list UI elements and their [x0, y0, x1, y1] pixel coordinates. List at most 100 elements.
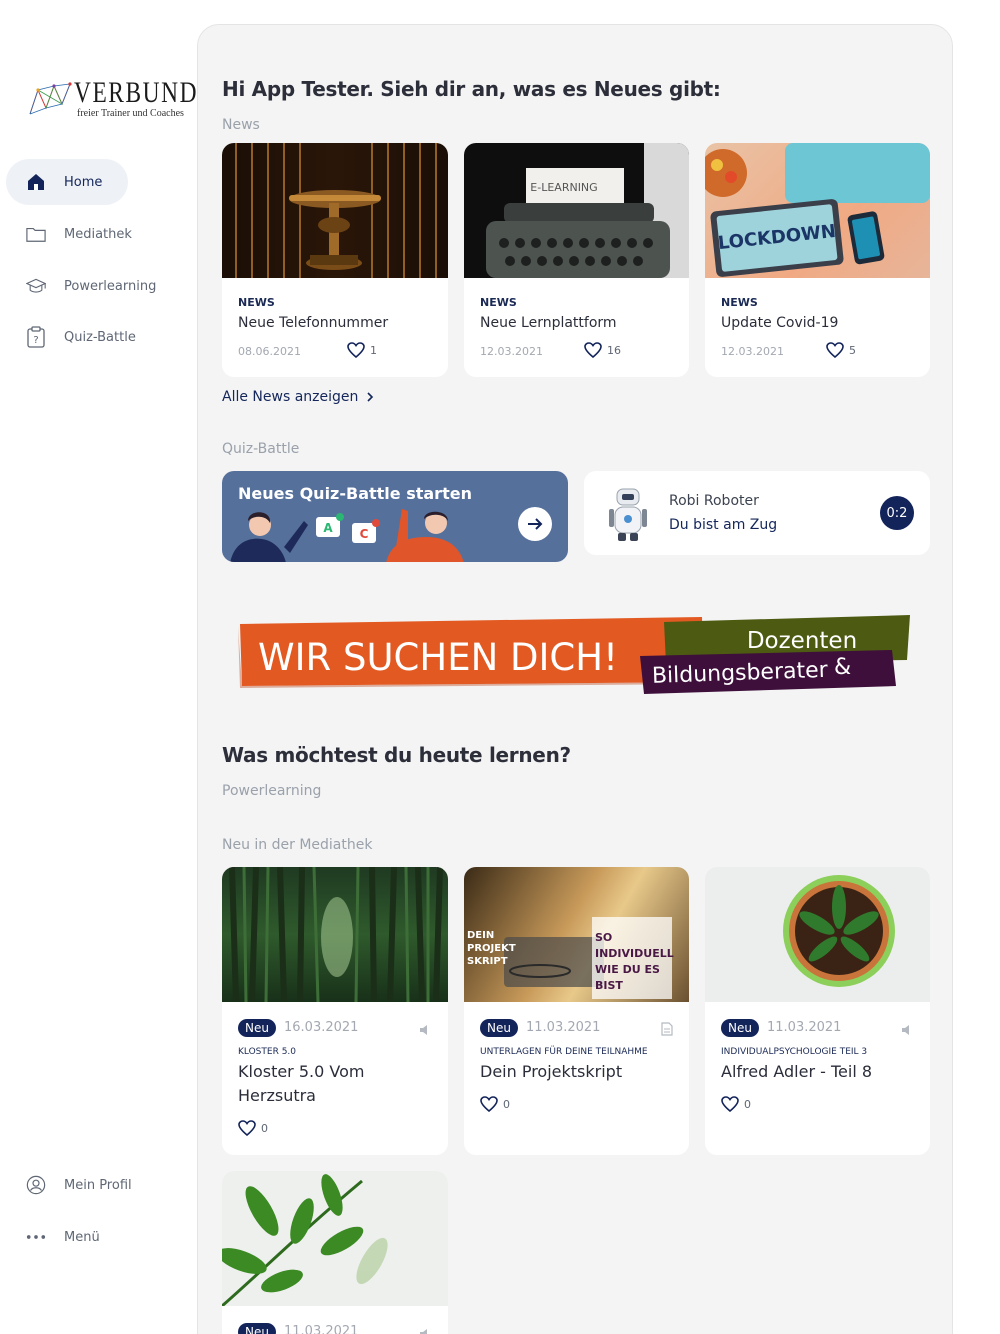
logo-mark-icon: [29, 82, 72, 115]
audio-icon: [418, 1325, 432, 1334]
new-badge: Neu: [238, 1019, 276, 1037]
quiz-icon: ?: [26, 326, 46, 348]
like-button[interactable]: 0: [721, 1096, 751, 1112]
media-image-leaves: [222, 1171, 448, 1306]
news-title: Update Covid-19: [721, 315, 839, 331]
sidebar-item-label: Mein Profil: [64, 1177, 132, 1193]
page-greeting: Hi App Tester. Sieh dir an, was es Neues…: [222, 77, 721, 101]
quiz-section-label: Quiz-Battle: [222, 441, 300, 457]
all-news-link[interactable]: Alle News anzeigen: [222, 389, 374, 405]
news-title: Neue Telefonnummer: [238, 315, 389, 331]
news-card[interactable]: NEWS Neue Telefonnummer 08.06.2021 1: [222, 143, 448, 377]
folder-icon: [26, 224, 46, 244]
svg-text:C: C: [360, 527, 369, 541]
like-count: 0: [261, 1121, 268, 1135]
robot-avatar: [609, 488, 647, 541]
start-quiz-battle-button[interactable]: Neues Quiz-Battle starten A C: [222, 471, 568, 562]
media-date: 11.03.2021: [284, 1324, 359, 1334]
sidebar-item-label: Powerlearning: [64, 278, 157, 294]
start-quiz-label: Neues Quiz-Battle starten: [238, 484, 472, 503]
news-card[interactable]: LOCKDOWN NEWS Update Covid-19 12.03.2021…: [705, 143, 930, 377]
news-section-label: News: [222, 117, 260, 133]
news-date: 08.06.2021: [238, 345, 301, 358]
news-image-lockdown: LOCKDOWN: [705, 143, 930, 278]
heart-icon: [347, 342, 365, 358]
media-image-bamboo: [222, 867, 448, 1002]
media-category: UNTERLAGEN FÜR DEINE TEILNAHME: [480, 1047, 648, 1057]
media-title: Dein Projektskript: [480, 1062, 623, 1081]
like-button[interactable]: 16: [584, 342, 621, 358]
media-title: Kloster 5.0 Vom Herzsutra: [238, 1062, 365, 1105]
sidebar-item-mein-profil[interactable]: Mein Profil: [6, 1162, 132, 1208]
user-circle-icon: [26, 1175, 46, 1195]
banner-headline: WIR SUCHEN DICH!: [258, 636, 618, 679]
home-icon: [26, 172, 46, 192]
logo-subtitle: freier Trainer und Coaches: [77, 108, 184, 119]
quiz-score-badge: 0:2: [880, 496, 914, 530]
quiz-illustration: A C: [230, 509, 464, 562]
sidebar-item-mediathek[interactable]: Mediathek: [6, 211, 132, 257]
start-quiz-arrow-button[interactable]: [518, 507, 552, 541]
audio-icon: [418, 1021, 432, 1040]
all-news-label: Alle News anzeigen: [222, 389, 359, 405]
arrow-right-icon: [528, 518, 543, 530]
media-card[interactable]: Neu 11.03.2021: [222, 1171, 448, 1334]
media-card[interactable]: Neu 16.03.2021 KLOSTER 5.0 Kloster 5.0 V…: [222, 867, 448, 1155]
heart-icon: [826, 342, 844, 358]
svg-text:A: A: [323, 521, 333, 535]
banner-line1: Dozenten: [747, 628, 857, 654]
news-title: Neue Lernplattform: [480, 315, 617, 331]
media-date: 11.03.2021: [526, 1020, 601, 1035]
heart-icon: [238, 1120, 256, 1136]
audio-icon: [900, 1021, 914, 1040]
media-category: KLOSTER 5.0: [238, 1047, 297, 1057]
news-card[interactable]: E-LEARNING NEWS Neue Lernplattform 12.03…: [464, 143, 689, 377]
like-button[interactable]: 1: [347, 342, 377, 358]
news-image-telephone: [222, 143, 448, 278]
verbund-logo[interactable]: VERBUND freier Trainer und Coaches: [28, 78, 196, 124]
news-date: 12.03.2021: [480, 345, 543, 358]
more-dots-icon: [26, 1227, 46, 1247]
media-category: INDIVIDUALPSYCHOLOGIE TEIL 3: [721, 1047, 868, 1057]
sidebar-item-home[interactable]: Home: [6, 159, 128, 205]
media-image-projektskript: DEIN PROJEKT SKRIPT SO INDIVIDUELL WIE D…: [464, 867, 689, 1002]
news-date: 12.03.2021: [721, 345, 784, 358]
quiz-battle-opponent-card[interactable]: Robi Roboter Du bist am Zug 0:2: [584, 471, 930, 555]
media-card[interactable]: Neu 11.03.2021 INDIVIDUALPSYCHOLOGIE TEI…: [705, 867, 930, 1155]
sidebar-item-powerlearning[interactable]: Powerlearning: [6, 263, 156, 309]
image-text-left: DEIN PROJEKT SKRIPT: [467, 930, 516, 967]
sidebar-item-label: Quiz-Battle: [64, 329, 136, 345]
new-badge: Neu: [480, 1019, 518, 1037]
sidebar-item-quiz-battle[interactable]: ? Quiz-Battle: [6, 314, 136, 360]
job-banner[interactable]: WIR SUCHEN DICH! Dozenten Bildungsberate…: [236, 612, 916, 702]
media-date: 11.03.2021: [767, 1020, 842, 1035]
sidebar-item-label: Mediathek: [64, 226, 132, 242]
new-badge: Neu: [721, 1019, 759, 1037]
heart-icon: [721, 1096, 739, 1112]
like-button[interactable]: 5: [826, 342, 856, 358]
news-tag: NEWS: [480, 296, 517, 309]
document-icon: [661, 1021, 673, 1040]
like-count: 5: [849, 343, 856, 357]
sidebar-item-label: Home: [64, 174, 103, 190]
like-count: 0: [744, 1097, 751, 1111]
banner-ampersand: &: [834, 655, 851, 680]
image-text-right: SO INDIVIDUELL WIE DU ES BIST: [595, 931, 674, 992]
new-badge: Neu: [238, 1323, 276, 1334]
opponent-name: Robi Roboter: [669, 493, 759, 509]
logo-word: VERBUND: [74, 76, 199, 109]
quiz-status: Du bist am Zug: [669, 517, 778, 533]
sidebar-item-menu[interactable]: Menü: [6, 1214, 100, 1260]
chevron-right-icon: [367, 392, 374, 402]
heart-icon: [480, 1096, 498, 1112]
powerlearning-section-label: Powerlearning: [222, 783, 322, 799]
media-card[interactable]: DEIN PROJEKT SKRIPT SO INDIVIDUELL WIE D…: [464, 867, 689, 1155]
like-button[interactable]: 0: [480, 1096, 510, 1112]
news-tag: NEWS: [721, 296, 758, 309]
news-tag: NEWS: [238, 296, 275, 309]
like-button[interactable]: 0: [238, 1120, 268, 1136]
mediathek-section-label: Neu in der Mediathek: [222, 837, 373, 853]
typewriter-paper-text: E-LEARNING: [530, 181, 597, 194]
media-date: 16.03.2021: [284, 1020, 359, 1035]
learn-heading: Was möchtest du heute lernen?: [222, 743, 571, 767]
